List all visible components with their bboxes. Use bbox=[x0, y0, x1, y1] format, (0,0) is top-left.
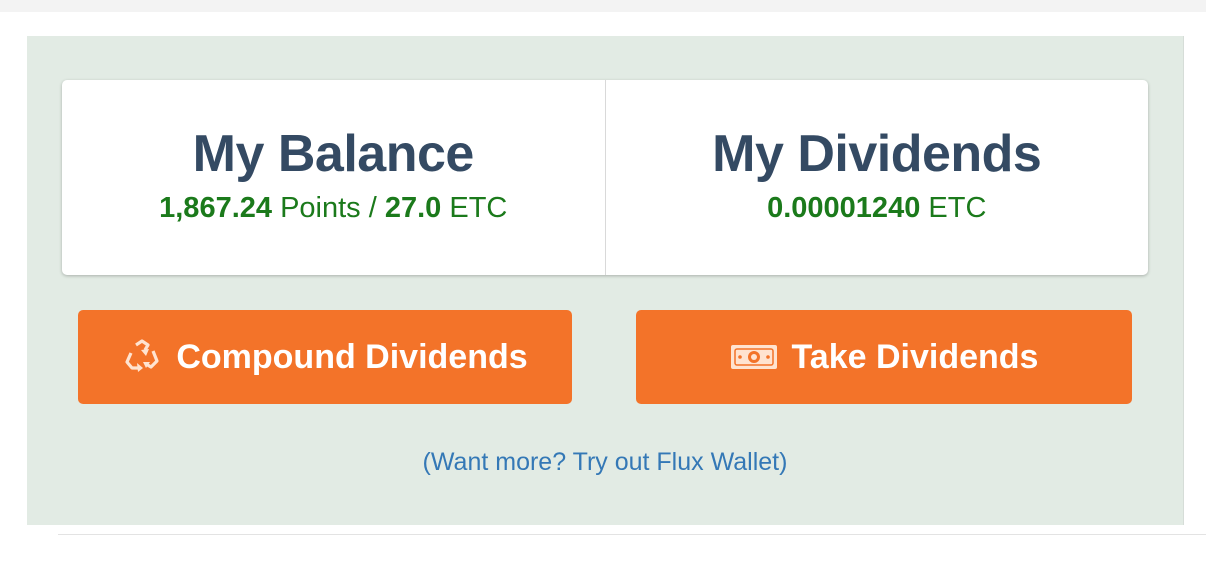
dividends-card: My Dividends 0.00001240 ETC bbox=[604, 80, 1149, 275]
balance-card: My Balance 1,867.24 Points / 27.0 ETC bbox=[62, 80, 605, 275]
balance-etc-unit: ETC bbox=[449, 192, 508, 224]
balance-points-unit: Points / bbox=[280, 192, 377, 224]
balance-value: 1,867.24 Points / 27.0 ETC bbox=[159, 194, 507, 223]
dividends-unit: ETC bbox=[928, 192, 987, 224]
take-dividends-button[interactable]: Take Dividends bbox=[636, 310, 1132, 404]
bottom-divider bbox=[58, 534, 1206, 535]
dividends-amount: 0.00001240 bbox=[767, 192, 921, 224]
compound-dividends-label: Compound Dividends bbox=[176, 337, 528, 376]
compound-dividends-button[interactable]: Compound Dividends bbox=[78, 310, 572, 404]
dividends-value: 0.00001240 ETC bbox=[767, 194, 986, 223]
balance-points: 1,867.24 bbox=[159, 192, 273, 224]
balance-etc: 27.0 bbox=[384, 192, 442, 224]
take-dividends-label: Take Dividends bbox=[791, 337, 1039, 376]
stats-cards: My Balance 1,867.24 Points / 27.0 ETC My… bbox=[62, 80, 1148, 275]
top-strip bbox=[0, 0, 1206, 12]
balance-title: My Balance bbox=[192, 125, 475, 183]
banknote-icon bbox=[730, 344, 778, 370]
dividends-title: My Dividends bbox=[712, 125, 1042, 183]
recycle-icon bbox=[122, 337, 162, 377]
flux-wallet-link[interactable]: (Want more? Try out Flux Wallet) bbox=[0, 448, 1206, 477]
